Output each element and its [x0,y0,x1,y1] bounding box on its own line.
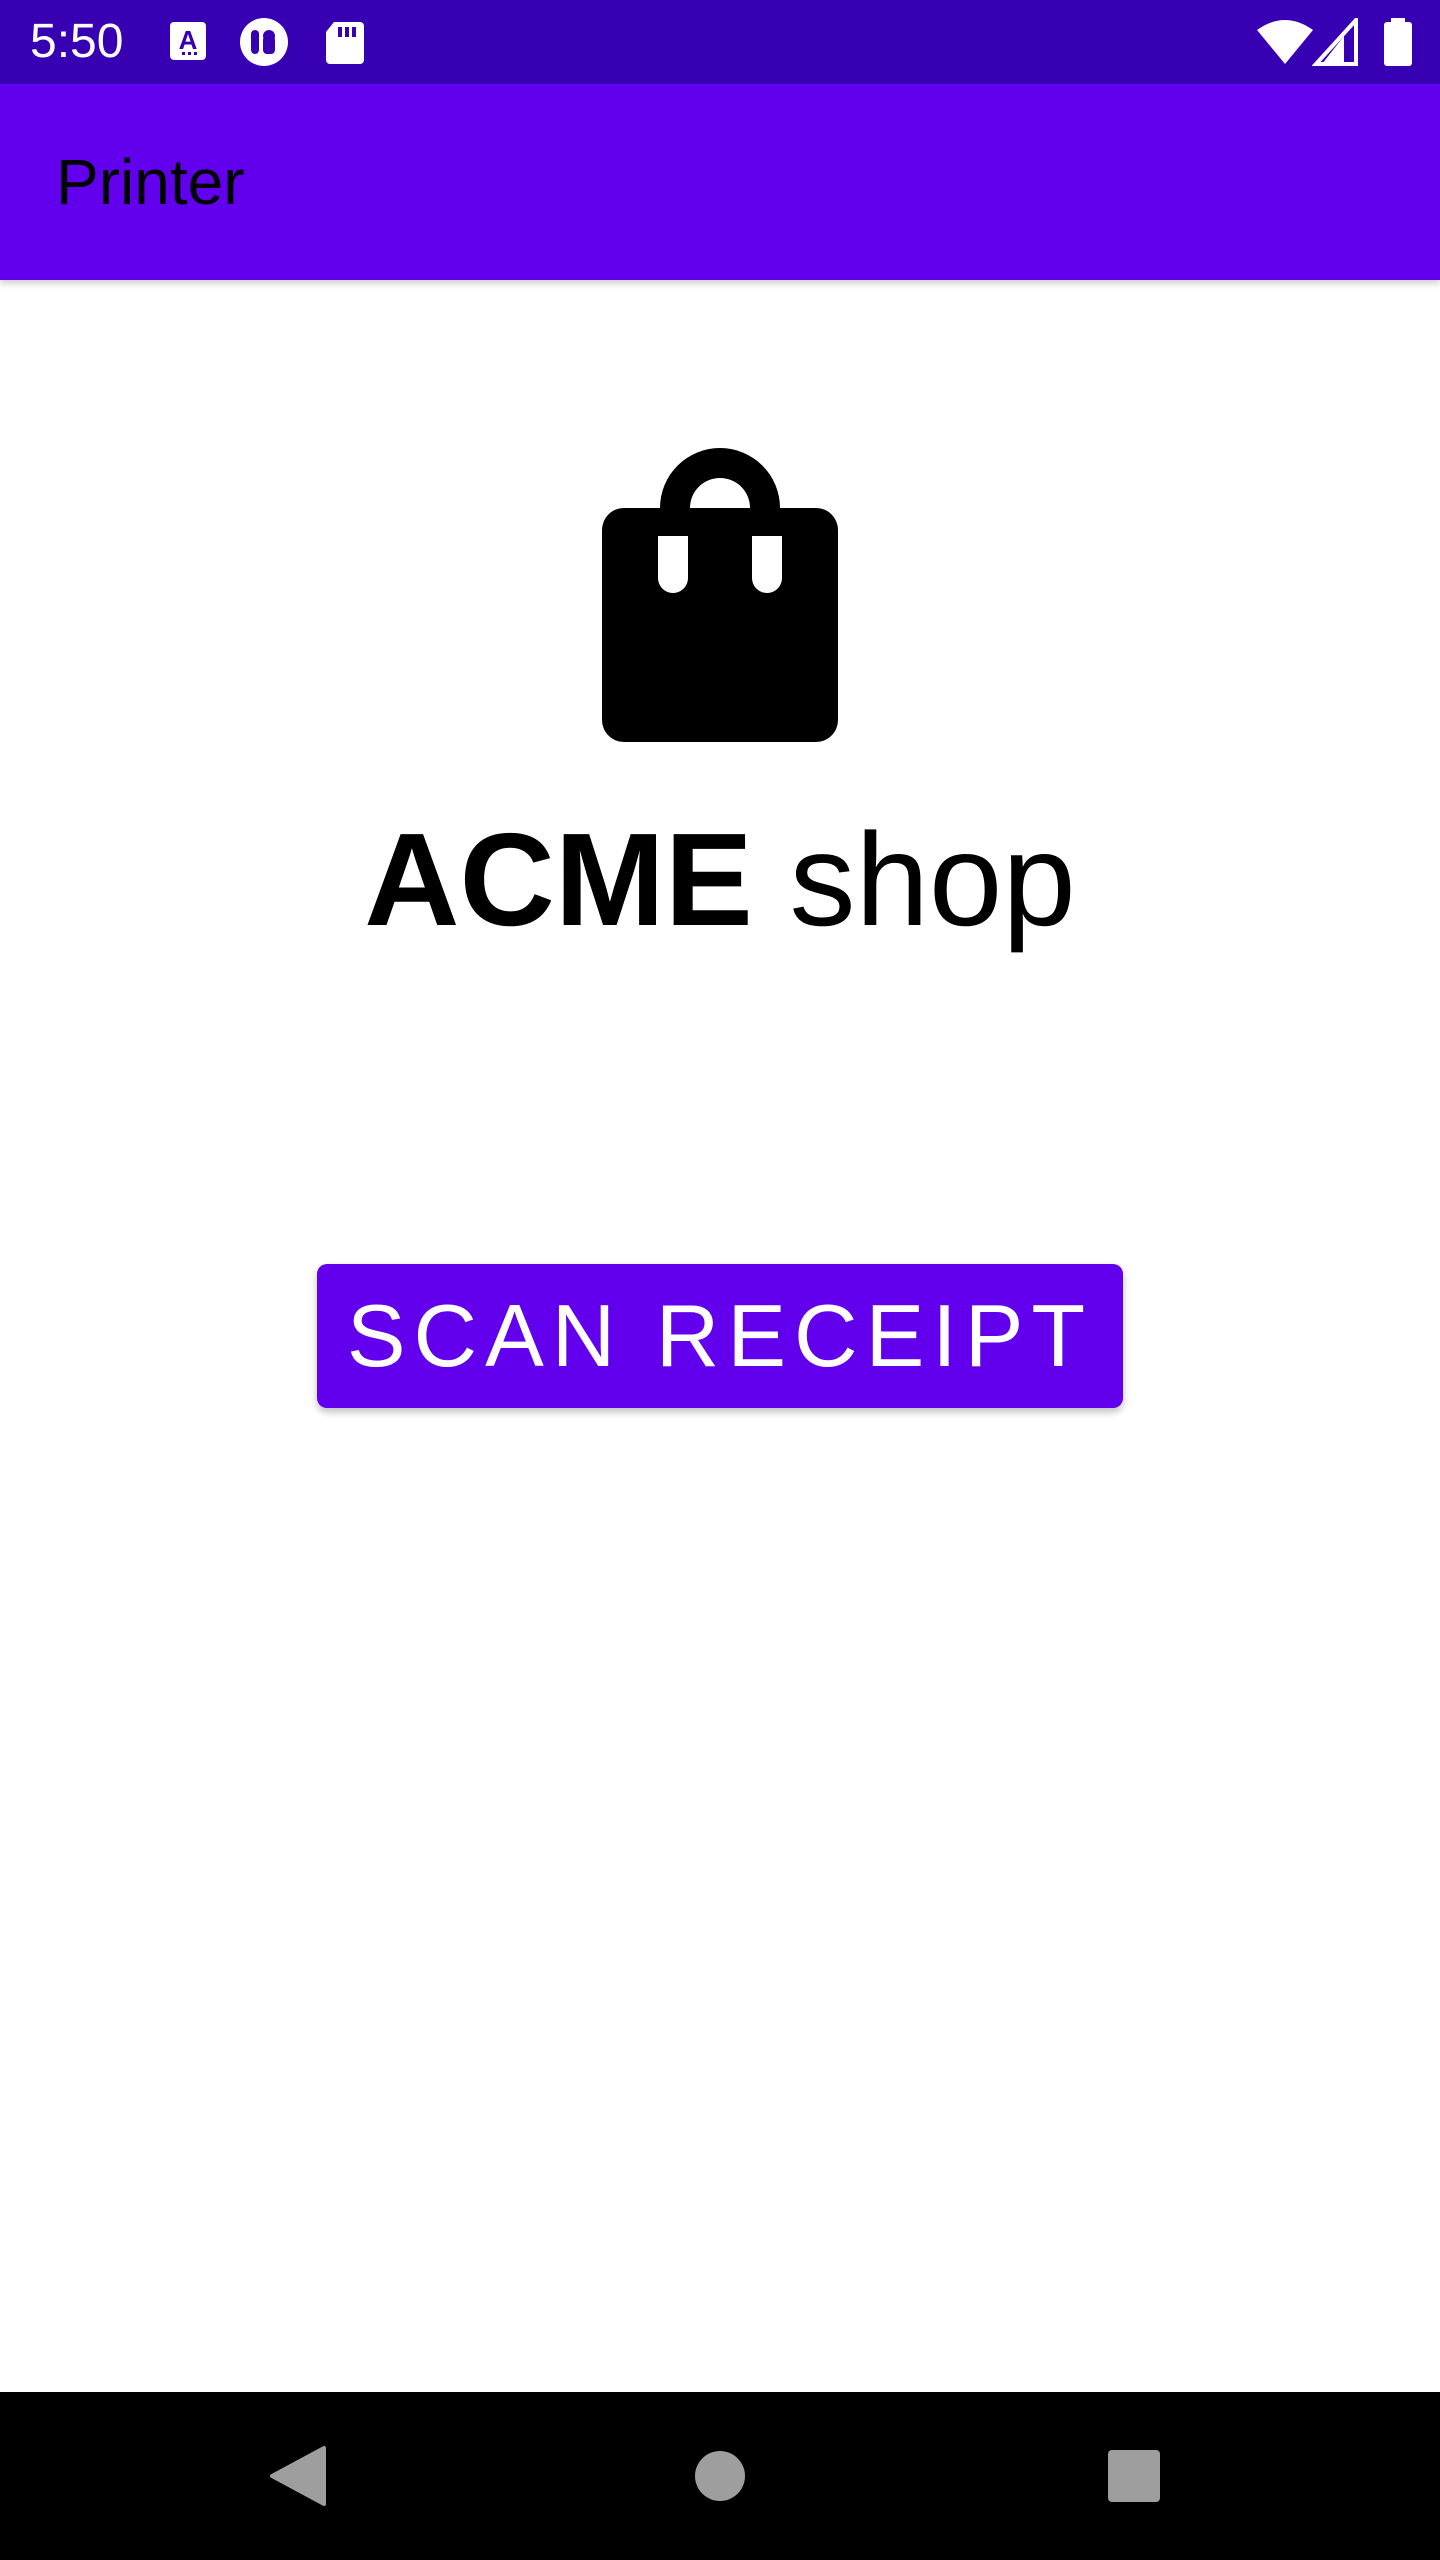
recents-icon[interactable] [1094,2436,1174,2516]
app-bar: Printer [0,84,1440,280]
signal-icon [1312,18,1358,66]
a-keyboard-icon: A [170,22,206,60]
home-icon[interactable] [680,2436,760,2516]
navigation-bar [0,2392,1440,2560]
wifi-icon [1257,20,1313,64]
status-bar: 5:50 A [0,0,1440,84]
app-title: Printer [56,146,245,218]
sd-card-icon [326,22,364,64]
screen: 5:50 A Printer ACME shop SCAN RECEIPT [0,0,1440,2560]
status-time: 5:50 [30,15,124,68]
shop-title: ACME shop [0,800,1440,960]
scan-receipt-button[interactable]: SCAN RECEIPT [317,1264,1123,1408]
shopping-bag-icon [602,448,838,742]
svg-text:A: A [179,25,198,55]
notification-app-icon [240,18,288,66]
shop-title-suffix: shop [752,806,1076,953]
back-icon[interactable] [260,2436,340,2516]
shop-title-brand: ACME [364,806,753,953]
battery-icon [1384,18,1412,66]
